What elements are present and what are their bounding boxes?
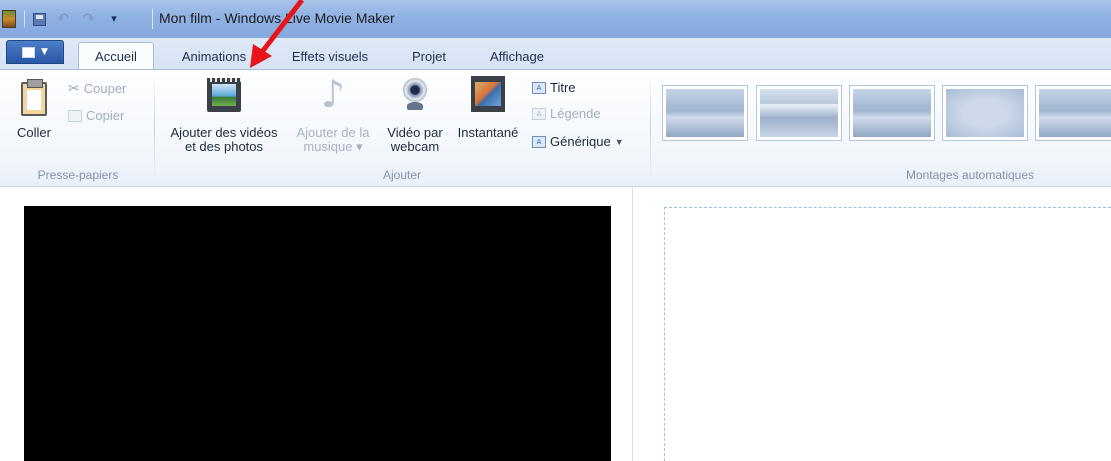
automovie-theme-3[interactable] <box>849 85 935 141</box>
credits-icon: A <box>532 135 546 148</box>
automovie-theme-5[interactable] <box>1035 85 1111 141</box>
credits-button[interactable]: A Générique ▼ <box>532 134 624 149</box>
add-videos-photos-icon <box>207 78 241 112</box>
window-title: Mon film - Windows Live Movie Maker <box>159 10 395 26</box>
group-label-automovie: Montages automatiques <box>905 168 1035 182</box>
add-music-label-1: Ajouter de la <box>296 125 370 140</box>
caption-label: Légende <box>550 106 601 121</box>
cut-label: Couper <box>83 81 127 96</box>
quick-access-toolbar: ↶ ↷ ▾ <box>0 8 120 30</box>
caption-button[interactable]: A Légende <box>532 106 601 121</box>
qat-separator <box>24 11 25 27</box>
tab-animations[interactable]: Animations <box>164 42 264 70</box>
add-videos-photos-label-1: Ajouter des vidéos <box>170 125 278 140</box>
credits-label: Générique <box>550 134 611 149</box>
theme-thumbnail <box>1039 89 1111 137</box>
automovie-theme-4[interactable] <box>942 85 1028 141</box>
title-bar: ↶ ↷ ▾ Mon film - Windows Live Movie Make… <box>0 0 1111 38</box>
customize-qat-dropdown[interactable]: ▾ <box>108 11 120 27</box>
webcam-label-1: Vidéo par <box>387 125 443 140</box>
theme-thumbnail <box>666 89 744 137</box>
document-icon <box>22 46 36 58</box>
ribbon-tab-row: ▼ Accueil Animations Effets visuels Proj… <box>0 38 1111 70</box>
music-note-icon: ♪ <box>320 72 346 116</box>
snapshot-icon <box>471 76 505 112</box>
pane-splitter[interactable] <box>632 188 633 461</box>
cut-button[interactable]: ✂ Couper <box>68 80 126 97</box>
group-label-add: Ajouter <box>382 168 422 182</box>
tab-accueil[interactable]: Accueil <box>78 42 154 70</box>
title-icon: A <box>532 81 546 94</box>
chevron-down-icon: ▼ <box>614 136 624 147</box>
add-videos-photos-label-2: et des photos <box>184 139 264 154</box>
group-separator <box>154 76 155 182</box>
webcam-video-button[interactable]: Vidéo par webcam <box>379 76 451 154</box>
movie-maker-window: ↶ ↷ ▾ Mon film - Windows Live Movie Make… <box>0 0 1111 461</box>
add-music-button[interactable]: ♪ Ajouter de la musique ▾ <box>287 72 379 154</box>
title-label: Titre <box>550 80 576 95</box>
theme-thumbnail <box>760 89 838 137</box>
title-button[interactable]: A Titre <box>532 80 576 95</box>
clipboard-icon <box>21 79 47 116</box>
theme-thumbnail <box>853 89 931 137</box>
application-menu-button[interactable]: ▼ <box>6 40 64 64</box>
redo-icon[interactable]: ↷ <box>80 11 98 27</box>
snapshot-label: Instantané <box>457 125 519 140</box>
scissors-icon: ✂ <box>68 80 80 96</box>
add-music-label-2: musique ▾ <box>303 139 363 154</box>
automovie-theme-2[interactable] <box>756 85 842 141</box>
ribbon-home: Coller ✂ Couper Copier Presse-papiers Aj… <box>0 69 1111 187</box>
caption-icon: A <box>532 107 546 120</box>
copy-label: Copier <box>86 108 125 123</box>
snapshot-button[interactable]: Instantané <box>451 76 525 140</box>
add-videos-photos-button[interactable]: Ajouter des vidéos et des photos <box>162 76 286 154</box>
title-divider <box>152 9 153 29</box>
paste-button[interactable]: Coller <box>12 76 56 140</box>
group-separator <box>650 76 651 182</box>
webcam-label-2: webcam <box>390 139 440 154</box>
group-label-clipboard: Presse-papiers <box>37 168 119 182</box>
storyboard-area[interactable] <box>664 207 1111 461</box>
tab-affichage[interactable]: Affichage <box>472 42 562 70</box>
chevron-down-icon: ▼ <box>41 47 48 57</box>
webcam-icon <box>398 78 432 112</box>
save-icon[interactable] <box>33 12 46 26</box>
paste-label: Coller <box>17 125 51 140</box>
video-preview[interactable] <box>24 206 611 461</box>
movie-maker-icon[interactable] <box>2 10 16 28</box>
automovie-theme-1[interactable] <box>662 85 748 141</box>
copy-icon <box>68 109 82 122</box>
tab-effets-visuels[interactable]: Effets visuels <box>274 42 386 70</box>
tab-projet[interactable]: Projet <box>398 42 460 70</box>
undo-icon[interactable]: ↶ <box>54 11 72 27</box>
copy-button[interactable]: Copier <box>68 108 124 123</box>
theme-thumbnail <box>946 89 1024 137</box>
